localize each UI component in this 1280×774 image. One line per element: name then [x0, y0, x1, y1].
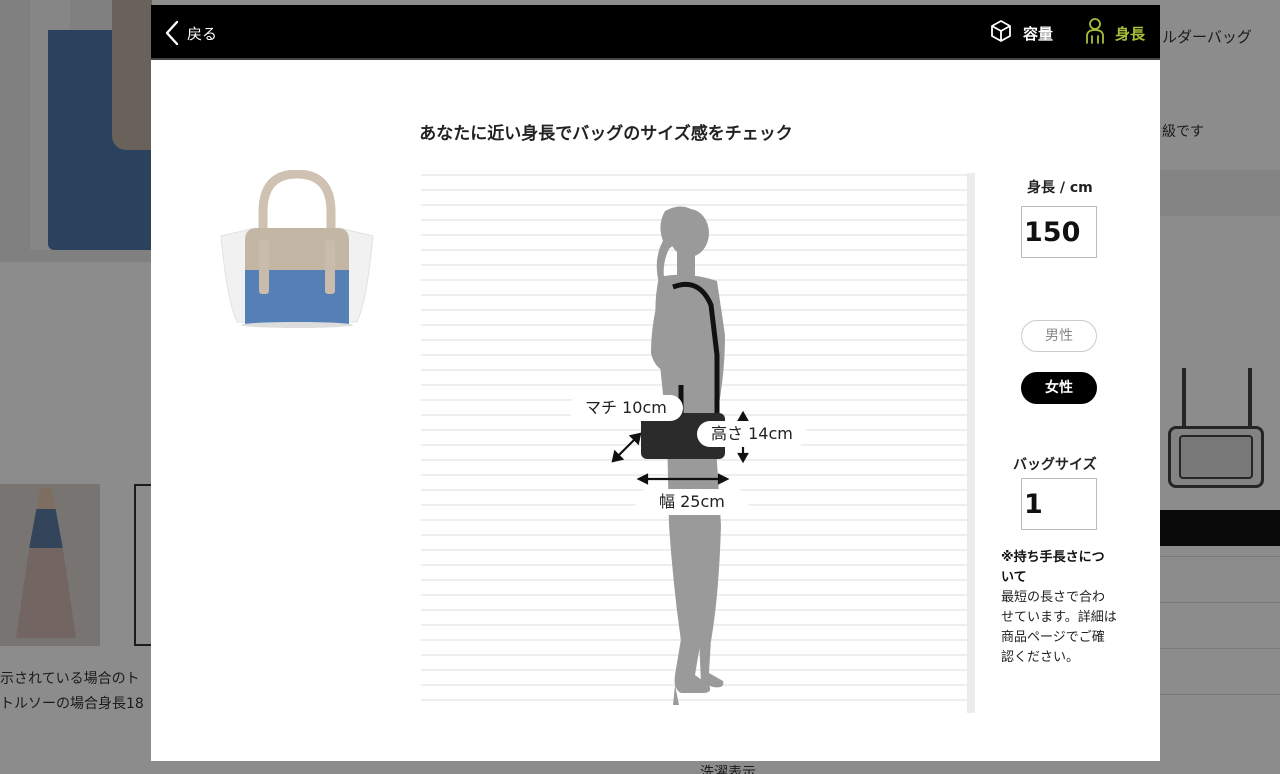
tab-capacity[interactable]: 容量 — [989, 19, 1053, 47]
scale-bar — [967, 173, 975, 713]
person-icon — [1085, 18, 1105, 48]
gender-female-button[interactable]: 女性 — [1021, 372, 1097, 404]
height-input-label: 身長 / cm — [1027, 180, 1093, 196]
height-input[interactable] — [1021, 206, 1097, 258]
handle-note-title: ※持ち手長さについて — [1001, 550, 1105, 585]
tab-height-label: 身長 — [1115, 24, 1146, 43]
bag-width-label: 幅 25cm — [635, 489, 749, 515]
tab-height[interactable]: 身長 — [1085, 18, 1146, 48]
depth-arrow — [611, 432, 642, 463]
chevron-left-icon — [165, 20, 179, 46]
bag-depth-label: マチ 10cm — [569, 395, 683, 421]
back-label: 戻る — [187, 24, 218, 43]
bag-size-input[interactable] — [1021, 478, 1097, 530]
handle-note-body: 最短の長さで合わせています。詳細は商品ページでご確認ください。 — [1001, 590, 1117, 665]
bag-height-label: 高さ 14cm — [697, 421, 807, 447]
product-image — [217, 169, 377, 330]
gender-male-button[interactable]: 男性 — [1021, 320, 1097, 352]
size-check-modal: 戻る 容量 身長 あなたに近い身長でバッグのサイズ感をチェック マチ 10cm … — [151, 5, 1160, 761]
back-button[interactable]: 戻る — [165, 19, 217, 47]
bag-size-label: バッグサイズ — [1013, 457, 1097, 473]
tab-capacity-label: 容量 — [1023, 24, 1054, 43]
cube-icon — [989, 19, 1013, 47]
modal-title: あなたに近い身長でバッグのサイズ感をチェック — [419, 124, 793, 144]
modal-header: 戻る 容量 身長 — [151, 5, 1160, 60]
woman-silhouette — [636, 206, 749, 705]
